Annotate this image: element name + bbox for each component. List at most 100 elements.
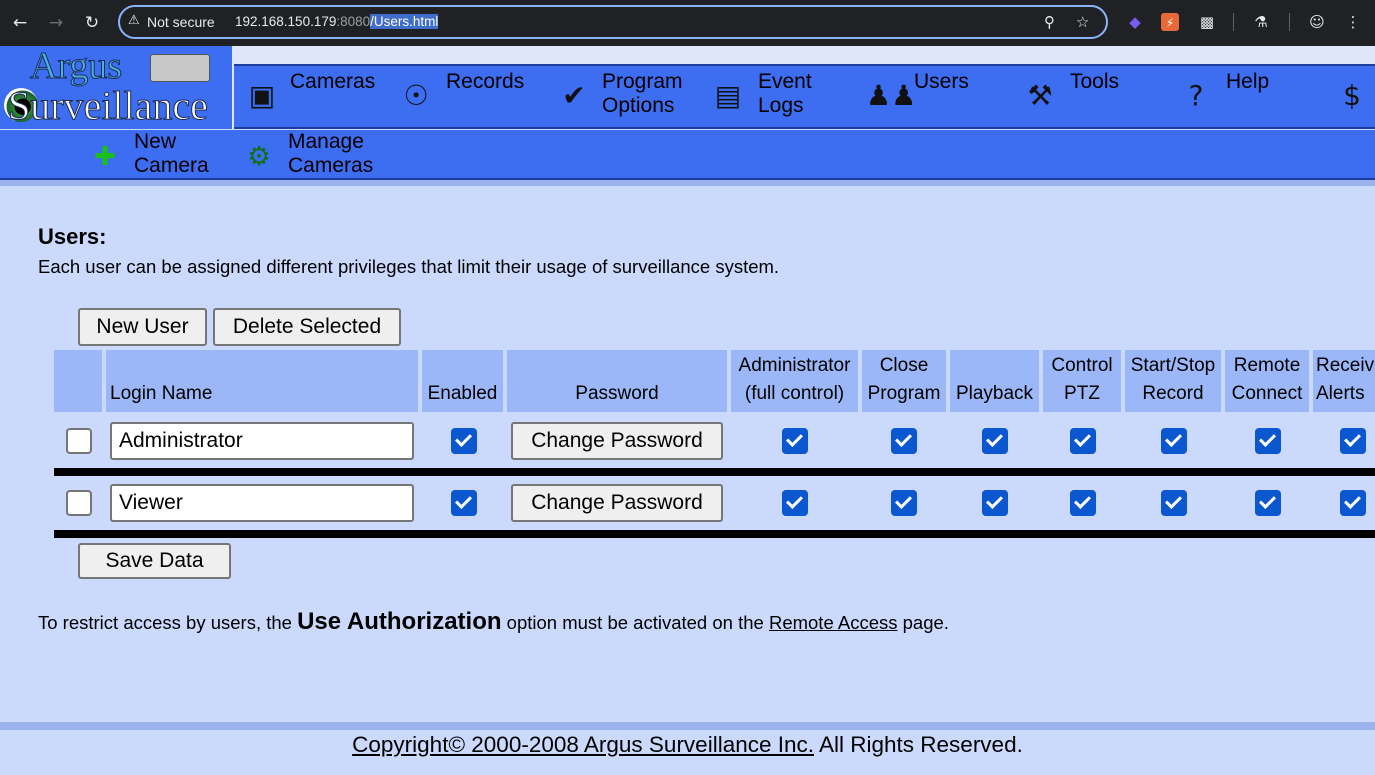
enabled-checkbox[interactable] — [451, 490, 477, 516]
login-name-input[interactable]: Viewer — [110, 484, 414, 522]
row-divider — [54, 468, 1375, 476]
page-description: Each user can be assigned different priv… — [38, 256, 780, 277]
disc-icon: ☉ — [403, 79, 429, 112]
subnav-label: Manage Cameras — [288, 130, 374, 177]
new-camera-icon: ✚ — [94, 142, 116, 172]
nav-label: Help — [1226, 70, 1270, 93]
back-icon[interactable]: ← — [8, 11, 32, 35]
receive-alerts-checkbox[interactable] — [1340, 490, 1366, 516]
address-bar[interactable]: ⚠ Not secure 192.168.150.179:8080/Users.… — [118, 5, 1108, 39]
document-icon: ▤ — [714, 79, 742, 112]
bookmark-star-icon[interactable]: ☆ — [1076, 13, 1089, 31]
nav-program-options[interactable]: ✔ Program Options — [556, 66, 706, 127]
close-program-checkbox[interactable] — [891, 428, 917, 454]
extensions-puzzle-icon[interactable]: ▩ — [1197, 12, 1217, 32]
header-password: Password — [507, 350, 727, 412]
nav-label: Tools — [1070, 70, 1120, 93]
footer: Copyright© 2000-2008 Argus Surveillance … — [0, 732, 1375, 758]
administrator-checkbox[interactable] — [782, 428, 808, 454]
nav-label: Records — [446, 70, 525, 93]
forward-icon[interactable]: → — [44, 11, 68, 35]
header-select — [54, 350, 102, 412]
header-remote-connect: Remote Connect — [1225, 350, 1309, 412]
remote-connect-checkbox[interactable] — [1255, 428, 1281, 454]
url-text[interactable]: 192.168.150.179:8080/Users.html — [235, 14, 439, 29]
administrator-checkbox[interactable] — [782, 490, 808, 516]
toolbar-divider — [1233, 13, 1234, 31]
nav-tools[interactable]: ⚒ Tools — [1022, 66, 1162, 127]
subnav-new-camera[interactable]: ✚ New Camera — [88, 130, 228, 178]
toolbar-divider — [1289, 13, 1290, 31]
sub-nav: ✚ New Camera ⚙ Manage Cameras — [0, 130, 1375, 180]
row-divider — [54, 530, 1375, 538]
nav-cameras[interactable]: ▣ Cameras — [244, 66, 394, 127]
nav-users[interactable]: ♟♟ Users — [866, 66, 1006, 127]
header-receive-alerts: Receive Alerts — [1313, 350, 1375, 412]
control-ptz-checkbox[interactable] — [1070, 428, 1096, 454]
manage-cameras-icon: ⚙ — [247, 142, 271, 172]
menu-kebab-icon[interactable]: ⋮ — [1343, 12, 1363, 32]
nav-help[interactable]: ? Help — [1178, 66, 1318, 127]
remote-connect-checkbox[interactable] — [1255, 490, 1281, 516]
nav-label: Cameras — [290, 70, 376, 93]
copyright-link[interactable]: Copyright© 2000-2008 Argus Surveillance … — [352, 732, 814, 757]
control-ptz-checkbox[interactable] — [1070, 490, 1096, 516]
warning-icon[interactable]: ⚠ — [128, 13, 140, 28]
nav-label: Users — [914, 70, 969, 93]
tools-icon: ⚒ — [1027, 79, 1053, 112]
help-icon: ? — [1188, 79, 1204, 112]
start-stop-record-checkbox[interactable] — [1161, 490, 1187, 516]
nav-purchase[interactable]: $ — [1334, 66, 1372, 127]
row-select-checkbox[interactable] — [66, 428, 92, 454]
divider — [0, 180, 1375, 186]
close-program-checkbox[interactable] — [891, 490, 917, 516]
header-enabled: Enabled — [422, 350, 503, 412]
browser-toolbar: ← → ↻ ⚠ Not secure 192.168.150.179:8080/… — [0, 0, 1375, 46]
new-user-button[interactable]: New User — [78, 308, 207, 346]
logo-camera-graphic — [150, 54, 210, 82]
receive-alerts-checkbox[interactable] — [1340, 428, 1366, 454]
enabled-checkbox[interactable] — [451, 428, 477, 454]
dollar-icon: $ — [1343, 79, 1361, 112]
checkmark-icon: ✔ — [562, 79, 586, 112]
subnav-label: New Camera — [134, 130, 209, 177]
subnav-manage-cameras[interactable]: ⚙ Manage Cameras — [242, 130, 392, 178]
login-name-input[interactable]: Administrator — [110, 422, 414, 460]
zoom-icon[interactable]: ⚲ — [1044, 13, 1055, 31]
nav-event-logs[interactable]: ▤ Event Logs — [710, 66, 840, 127]
argus-logo[interactable]: Argus Surveillance — [0, 45, 232, 129]
header-login-name: Login Name — [106, 350, 418, 412]
header-start-stop-record: Start/Stop Record — [1125, 350, 1221, 412]
header-close-program: Close Program — [862, 350, 946, 412]
playback-checkbox[interactable] — [982, 490, 1008, 516]
users-icon: ♟♟ — [866, 79, 917, 112]
nav-label: Program Options — [602, 70, 683, 117]
profile-icon[interactable]: ☺ — [1307, 12, 1327, 32]
start-stop-record-checkbox[interactable] — [1161, 428, 1187, 454]
nav-records[interactable]: ☉ Records — [398, 66, 548, 127]
use-authorization-text: Use Authorization — [297, 608, 502, 635]
playback-checkbox[interactable] — [982, 428, 1008, 454]
header-control-ptz: Control PTZ — [1043, 350, 1121, 412]
main-nav: ▣ Cameras ☉ Records ✔ Program Options ▤ … — [234, 64, 1375, 129]
rights-text: All Rights Reserved. — [814, 732, 1023, 757]
extension-bolt-icon[interactable]: ⚡ — [1161, 13, 1179, 31]
authorization-note: To restrict access by users, the Use Aut… — [38, 608, 949, 635]
change-password-button[interactable]: Change Password — [511, 484, 723, 522]
header-playback: Playback — [950, 350, 1039, 412]
remote-access-link[interactable]: Remote Access — [769, 612, 898, 633]
footer-divider — [0, 722, 1375, 730]
security-label[interactable]: Not secure — [147, 14, 215, 30]
nav-label: Event Logs — [758, 70, 812, 117]
extension-gem-icon[interactable]: ◆ — [1125, 12, 1145, 32]
delete-selected-button[interactable]: Delete Selected — [213, 308, 401, 346]
reload-icon[interactable]: ↻ — [80, 11, 104, 35]
header-administrator: Administrator (full control) — [731, 350, 858, 412]
row-select-checkbox[interactable] — [66, 490, 92, 516]
save-data-button[interactable]: Save Data — [78, 543, 231, 579]
change-password-button[interactable]: Change Password — [511, 422, 723, 460]
labs-flask-icon[interactable]: ⚗ — [1251, 12, 1271, 32]
camera-icon: ▣ — [248, 79, 276, 112]
logo-text-line2: Surveillance — [8, 83, 209, 129]
page-title: Users: — [38, 224, 107, 249]
